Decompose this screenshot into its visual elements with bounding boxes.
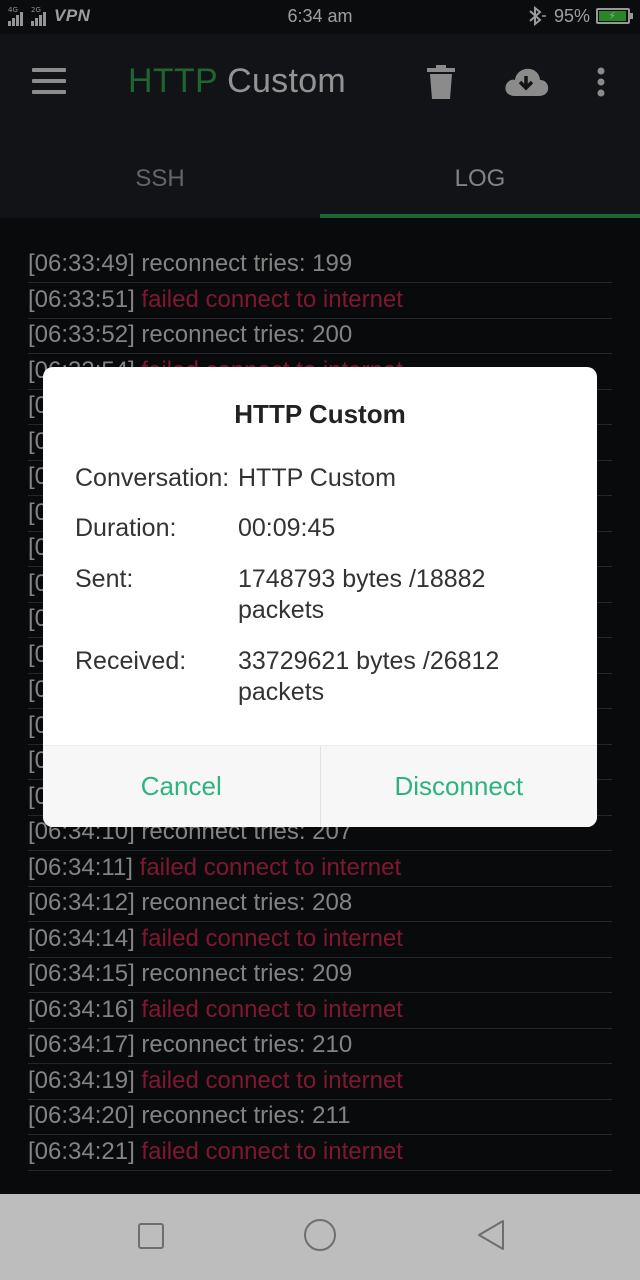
square-icon (138, 1223, 164, 1249)
dialog-actions: Cancel Disconnect (43, 745, 597, 827)
connection-dialog: HTTP Custom Conversation: HTTP Custom Du… (43, 367, 597, 827)
dialog-label: Conversation: (75, 464, 230, 492)
dialog-row-sent: Sent: 1748793 bytes /18882 packets (75, 564, 575, 628)
dialog-value: 00:09:45 (238, 514, 336, 542)
triangle-back-icon (478, 1220, 504, 1250)
circle-icon (304, 1219, 336, 1251)
recent-apps-button[interactable] (137, 1222, 165, 1250)
dialog-value: 1748793 bytes /18882 packets (238, 565, 486, 624)
dialog-label: Duration: (75, 514, 177, 542)
dialog-value: 33729621 bytes /26812 packets (238, 647, 500, 706)
dialog-value: HTTP Custom (238, 464, 396, 492)
dialog-title: HTTP Custom (234, 399, 406, 429)
dialog-row-duration: Duration: 00:09:45 (75, 513, 575, 545)
cancel-button[interactable]: Cancel (43, 746, 321, 827)
dialog-row-conversation: Conversation: HTTP Custom (75, 463, 575, 495)
back-button[interactable] (476, 1219, 506, 1251)
home-button[interactable] (303, 1218, 337, 1252)
dialog-row-received: Received: 33729621 bytes /26812 packets (75, 646, 575, 710)
disconnect-button[interactable]: Disconnect (321, 746, 598, 827)
dialog-label: Sent: (75, 565, 134, 593)
system-nav-bar (0, 1194, 640, 1280)
dialog-label: Received: (75, 647, 187, 675)
